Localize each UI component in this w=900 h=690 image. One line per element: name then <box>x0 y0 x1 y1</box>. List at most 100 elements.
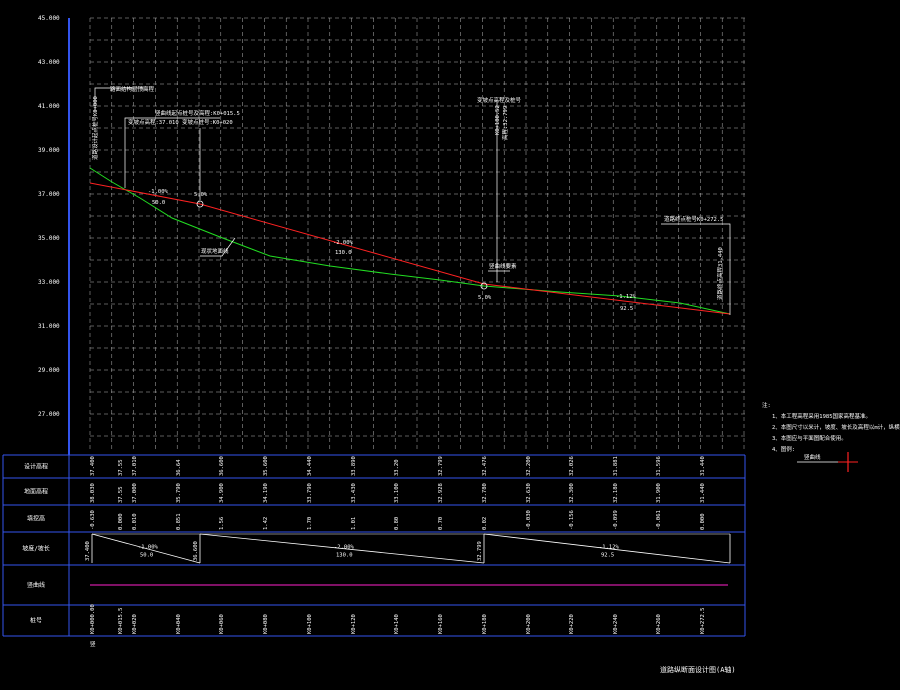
row-label: 桩号 <box>30 617 42 625</box>
mid-vertical-1: K0+180.52 <box>495 105 501 135</box>
note-4: 4、图例: <box>772 445 795 453</box>
station-cell: K0+000.00 <box>90 604 96 634</box>
ground-elevation-cell: 31.440 <box>700 483 706 503</box>
ground-line <box>89 167 731 315</box>
ground-elevation-cell: 38.030 <box>90 483 96 503</box>
vcurve-point-label: 竖曲线要素 <box>489 262 517 270</box>
y-tick-label: 37.000 <box>38 191 60 198</box>
start-top-label: 路面结构层顶高程 <box>110 85 155 93</box>
station-cell: K0+200 <box>526 614 532 634</box>
station-cell: K0+120 <box>351 614 357 634</box>
grade3-label: -1.12% <box>616 294 637 300</box>
ground-line-label: 现状地面线 <box>201 247 229 255</box>
design-elevation-cell: 34.440 <box>307 456 313 476</box>
profile-table: 设计高程地面高程填挖高坡度/坡长竖曲线桩号 37.400 37.55 37.010 36… <box>2 454 746 648</box>
station-cell: K0+272.5 <box>700 608 706 635</box>
station-sub-mark: 竖 <box>90 640 96 648</box>
fill-height-cell: 0.80 <box>394 517 400 530</box>
y-tick-label: 41.000 <box>38 103 60 110</box>
station-cell: K0+260 <box>656 614 662 634</box>
station-cell: K0+015.5 <box>118 608 124 635</box>
design-elevation-cell: 32.799 <box>438 456 444 476</box>
station-cell: K0+240 <box>613 614 619 634</box>
station-cell: K0+060 <box>219 614 225 634</box>
length3-label: 92.5 <box>620 306 633 312</box>
ground-elevation-cell: 33.430 <box>351 483 357 503</box>
design-elevation-cell: 33.20 <box>394 459 400 476</box>
profile-drawing: 45.000 43.000 41.000 39.000 37.000 35.000 33.0… <box>2 15 900 674</box>
fill-height-cell: 1.01 <box>351 517 357 530</box>
end-top-label: 道路终点桩号K0+272.5 <box>664 215 724 223</box>
drawing-title: 道路纵断面设计图(A轴) <box>660 665 736 674</box>
grid <box>89 17 745 452</box>
point2-value: 5.0% <box>478 295 492 301</box>
design-elevation-cell: 31.881 <box>613 456 619 476</box>
grade1-label: -1.00% <box>148 189 169 195</box>
fill-height-cell: 0.010 <box>132 513 138 530</box>
design-elevation-cell: 33.890 <box>351 456 357 476</box>
point1-label-b: 变坡点高程:37.010 变坡点桩号:K0+020 <box>128 118 233 126</box>
design-elevation-cell: 37.400 <box>90 456 96 476</box>
grade-length: 92.5 <box>601 553 614 559</box>
fill-height-cell: 1.70 <box>307 517 313 530</box>
design-elevation-cell: 32.026 <box>569 456 575 476</box>
grade-length: 50.0 <box>140 553 153 559</box>
ground-elevation-cell: 37.000 <box>132 483 138 503</box>
fill-height-cell: -0.630 <box>90 510 96 530</box>
design-elevation-cell: 35.600 <box>263 456 269 476</box>
y-tick-label: 33.000 <box>38 279 60 286</box>
note-3: 3、本图应与平面图配合使用。 <box>772 434 847 442</box>
station-cell: K0+160 <box>438 614 444 634</box>
station-cell: K0+020 <box>132 614 138 634</box>
fill-height-cell: 0.000 <box>700 513 706 530</box>
fill-height-cell: -0.061 <box>656 510 662 530</box>
row-label: 地面高程 <box>24 488 48 496</box>
length1-label: 50.0 <box>152 200 165 206</box>
grade-value: -2.00% <box>334 545 355 551</box>
notes: 注: 1、本工程高程采用1985国家高程基准。 2、本图尺寸以米计，坡度、坡长及… <box>762 401 900 472</box>
y-tick-label: 35.000 <box>38 235 60 242</box>
y-tick-label: 27.000 <box>38 411 60 418</box>
mid-vertical-2: 高程:32.799 <box>501 106 509 140</box>
grade-elevation: 36.600 <box>193 541 199 561</box>
y-axis-ticks: 45.000 43.000 41.000 39.000 37.000 35.000 33.0… <box>38 15 60 418</box>
row-label: 坡度/坡长 <box>22 545 50 553</box>
fill-height-cell: 0.70 <box>438 517 444 530</box>
ground-elevation-cell: 31.900 <box>656 483 662 503</box>
y-tick-label: 43.000 <box>38 59 60 66</box>
grade-elevation: 32.799 <box>477 541 483 561</box>
point1-value: 5.0% <box>194 192 208 198</box>
grade-value: -1.00% <box>138 545 159 551</box>
station-cell: K0+100 <box>307 614 313 634</box>
y-tick-label: 31.000 <box>38 323 60 330</box>
ground-elevation-cell: 32.180 <box>613 483 619 503</box>
station-cell: K0+140 <box>394 614 400 634</box>
y-tick-label: 29.000 <box>38 367 60 374</box>
fill-height-cell: 0.000 <box>118 513 124 530</box>
note-2: 2、本图尺寸以米计，坡度、坡长及高程以m计，纵横比例1:500。 <box>772 423 900 431</box>
design-elevation-cell: 36.600 <box>219 456 225 476</box>
design-elevation-cell: 31.596 <box>656 456 662 476</box>
station-cell: K0+040 <box>176 614 182 634</box>
ground-elevation-cell: 37.55 <box>118 486 124 503</box>
station-cell: K0+220 <box>569 614 575 634</box>
ground-elevation-cell: 32.780 <box>482 483 488 503</box>
fill-height-cell: -0.099 <box>613 510 619 530</box>
note-1: 1、本工程高程采用1985国家高程基准。 <box>772 412 871 420</box>
y-tick-label: 45.000 <box>38 15 60 22</box>
station-cell: K0+080 <box>263 614 269 634</box>
y-tick-label: 39.000 <box>38 147 60 154</box>
design-elevation-cell: 31.440 <box>700 456 706 476</box>
point1-label-a: 竖曲线起点桩号及高程:K0+015.5 <box>155 109 240 117</box>
design-elevation-cell: 37.55 <box>118 459 124 476</box>
fill-height-cell: 0.851 <box>176 513 182 530</box>
fill-height-cell: 1.42 <box>263 517 269 530</box>
grade-value: -1.12% <box>599 545 620 551</box>
fill-height-cell: 0.02 <box>482 517 488 530</box>
grade-length: 130.0 <box>336 553 353 559</box>
ground-elevation-cell: 35.790 <box>176 483 182 503</box>
ground-elevation-cell: 32.300 <box>569 483 575 503</box>
start-side-label: 道路设计起点桩号K0+000 <box>91 96 99 160</box>
row-label: 竖曲线 <box>27 581 45 589</box>
grade2-label: -2.00% <box>333 240 354 246</box>
